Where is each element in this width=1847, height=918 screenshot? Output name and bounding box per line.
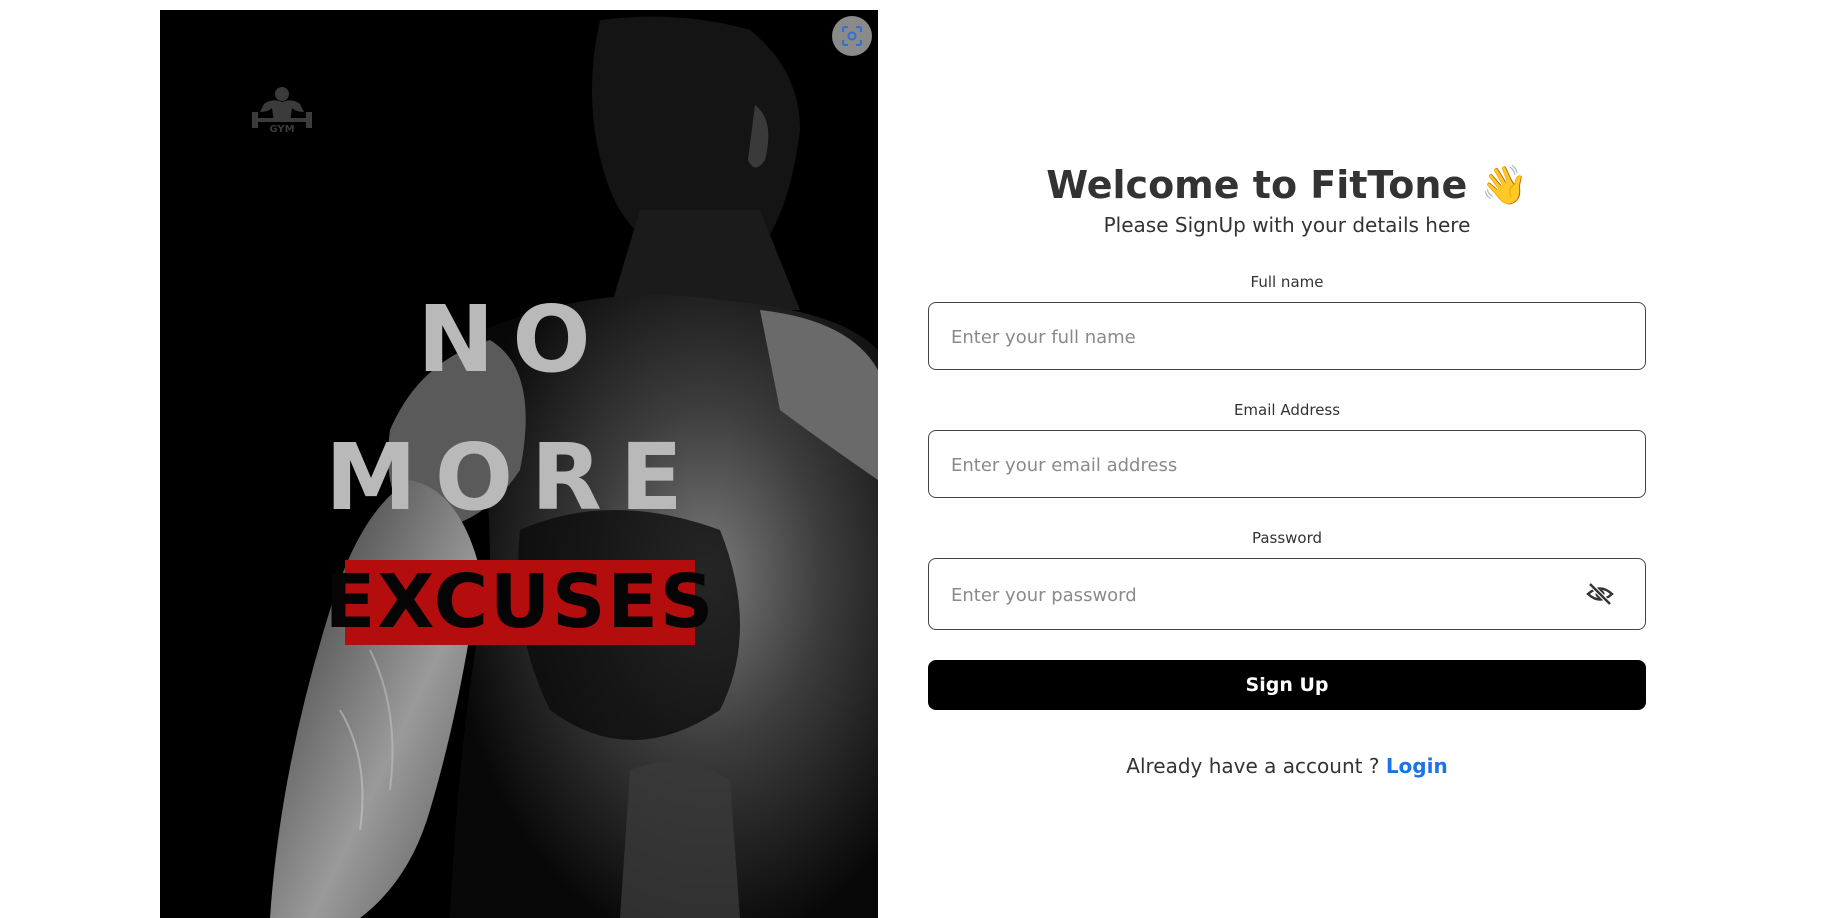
svg-text:GYM: GYM [269, 124, 294, 135]
login-prompt: Already have a account ? Login [928, 754, 1646, 778]
hero-line-more: MORE [325, 424, 701, 531]
title-text: Welcome to FitTone [1046, 163, 1468, 207]
email-field-box [928, 430, 1646, 499]
password-field-box [928, 558, 1646, 631]
hero-line-no: NO [417, 286, 609, 393]
hero-image: GYM NO MORE EXCUSES [160, 10, 878, 918]
login-link[interactable]: Login [1386, 754, 1448, 778]
signup-form: Welcome to FitTone 👋 Please SignUp with … [928, 160, 1646, 778]
eye-off-icon[interactable] [1585, 579, 1615, 609]
scan-focus-icon [842, 26, 862, 46]
login-prompt-text: Already have a account ? [1126, 754, 1380, 778]
full-name-label: Full name [1250, 273, 1324, 291]
page-title: Welcome to FitTone 👋 [928, 160, 1646, 210]
email-label: Email Address [1233, 401, 1341, 419]
password-input[interactable] [949, 559, 1593, 631]
full-name-input[interactable] [949, 303, 1593, 371]
full-name-field-box [928, 302, 1646, 371]
email-input[interactable] [949, 431, 1593, 499]
scan-button[interactable] [832, 16, 872, 56]
hero-line-excuses: EXCUSES [324, 559, 716, 645]
wave-emoji-icon: 👋 [1480, 163, 1528, 207]
page-subtitle: Please SignUp with your details here [1103, 213, 1471, 237]
gym-logo: GYM [250, 82, 314, 142]
sign-up-button[interactable]: Sign Up [928, 660, 1646, 710]
signup-page: GYM NO MORE EXCUSES Welcome to FitTone 👋… [0, 0, 1847, 918]
hero-excuses-banner: EXCUSES [325, 560, 713, 645]
password-label: Password [1251, 529, 1323, 547]
